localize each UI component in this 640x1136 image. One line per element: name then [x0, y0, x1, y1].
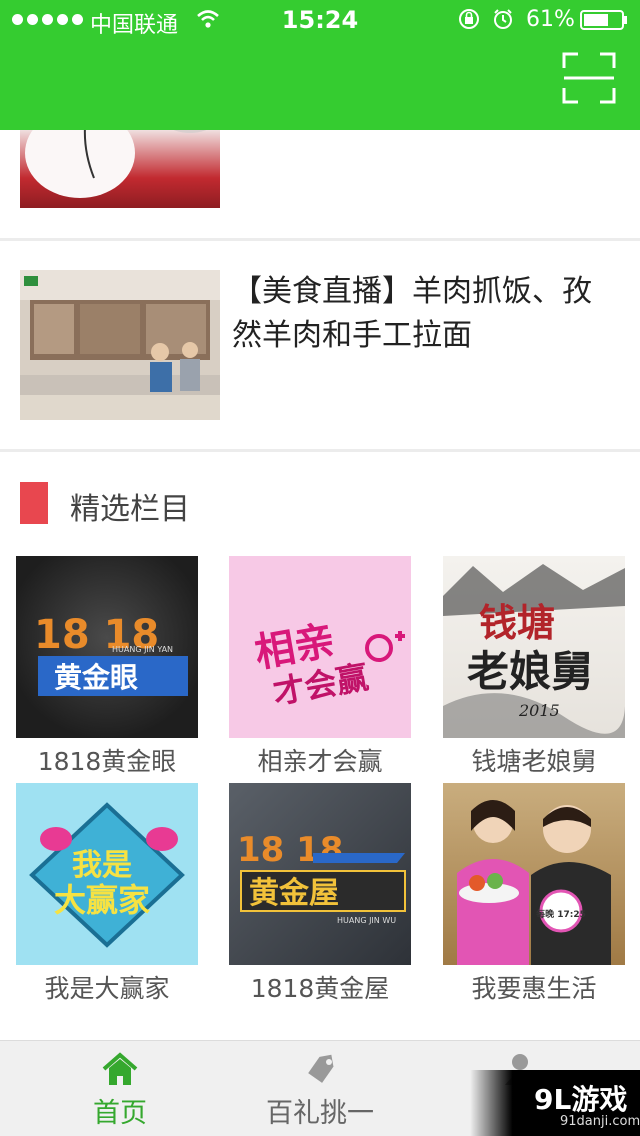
tab-home[interactable]: 首页	[15, 1041, 225, 1136]
svg-text:HUANG JIN YAN: HUANG JIN YAN	[112, 645, 173, 654]
app-header: 中国联通 15:24 61%	[0, 0, 640, 130]
program-logo: 18 18 黄金屋 HUANG JIN WU	[229, 783, 411, 965]
tab-gifts[interactable]: 百礼挑一	[215, 1041, 425, 1136]
program-label: 相亲才会赢	[257, 747, 383, 776]
program-label: 我要惠生活	[471, 974, 597, 1003]
program-item-dayingjia[interactable]: 我是 大赢家 我是大赢家	[16, 783, 198, 1005]
program-label: 1818黄金眼	[37, 747, 177, 776]
alarm-icon	[494, 9, 512, 29]
divider	[0, 449, 640, 452]
program-label: 1818黄金屋	[250, 974, 390, 1003]
watermark-logo: 9L游戏 91danji.com	[470, 1070, 640, 1136]
program-item-1818-huangjinyan[interactable]: 18 18 黄金眼 HUANG JIN YAN 1818黄金眼	[16, 556, 198, 778]
section-marker	[20, 482, 48, 524]
article-thumbnail	[20, 270, 220, 420]
program-item-xiangqin[interactable]: 相亲 才会赢 相亲才会赢	[229, 556, 411, 778]
svg-text:老娘舅: 老娘舅	[467, 647, 593, 696]
status-bar: 中国联通 15:24 61%	[0, 0, 640, 40]
battery-icon	[580, 10, 627, 30]
program-logo: 18 18 黄金眼 HUANG JIN YAN	[16, 556, 198, 738]
svg-text:钱塘: 钱塘	[479, 600, 555, 645]
battery-percent: 61%	[526, 7, 575, 32]
section-title: 精选栏目	[70, 492, 190, 527]
program-label: 钱塘老娘舅	[471, 747, 597, 776]
tab-label: 首页	[93, 1098, 147, 1129]
rotation-lock-icon	[459, 9, 479, 29]
watermark-text: 9L游戏	[534, 1083, 628, 1116]
program-logo: 每晚 17:25	[443, 783, 625, 965]
svg-text:黄金屋: 黄金屋	[249, 876, 339, 911]
program-label: 我是大赢家	[44, 974, 170, 1003]
program-logo: 相亲 才会赢	[229, 556, 411, 738]
program-item-1818-huangjinwu[interactable]: 18 18 黄金屋 HUANG JIN WU 1818黄金屋	[229, 783, 411, 1005]
article-item[interactable]: 【美食直播】羊肉抓饭、孜然羊肉和手工拉面	[0, 241, 640, 449]
tab-label: 百礼挑一	[266, 1098, 374, 1129]
svg-text:黄金眼: 黄金眼	[54, 661, 138, 694]
featured-section-header: 精选栏目	[0, 478, 640, 528]
program-item-huishenghuo[interactable]: 每晚 17:25 我要惠生活	[443, 783, 625, 1005]
scan-frame-icon[interactable]	[562, 52, 616, 104]
gift-tag-icon	[308, 1054, 334, 1083]
svg-text:每晚 17:25: 每晚 17:25	[536, 908, 586, 920]
svg-text:大赢家: 大赢家	[54, 881, 150, 919]
svg-text:HUANG JIN WU: HUANG JIN WU	[337, 916, 396, 925]
program-item-qiantang[interactable]: 钱塘 老娘舅 2015 钱塘老娘舅	[443, 556, 625, 778]
program-logo: 我是 大赢家	[16, 783, 198, 965]
svg-text:2015: 2015	[518, 701, 560, 720]
svg-text:18 18: 18 18	[237, 830, 343, 870]
svg-text:我是: 我是	[72, 848, 132, 883]
article-title: 【美食直播】羊肉抓饭、孜然羊肉和手工拉面	[232, 274, 592, 353]
watermark-url: 91danji.com	[560, 1114, 640, 1129]
home-icon	[102, 1052, 138, 1085]
program-logo: 钱塘 老娘舅 2015	[443, 556, 625, 738]
